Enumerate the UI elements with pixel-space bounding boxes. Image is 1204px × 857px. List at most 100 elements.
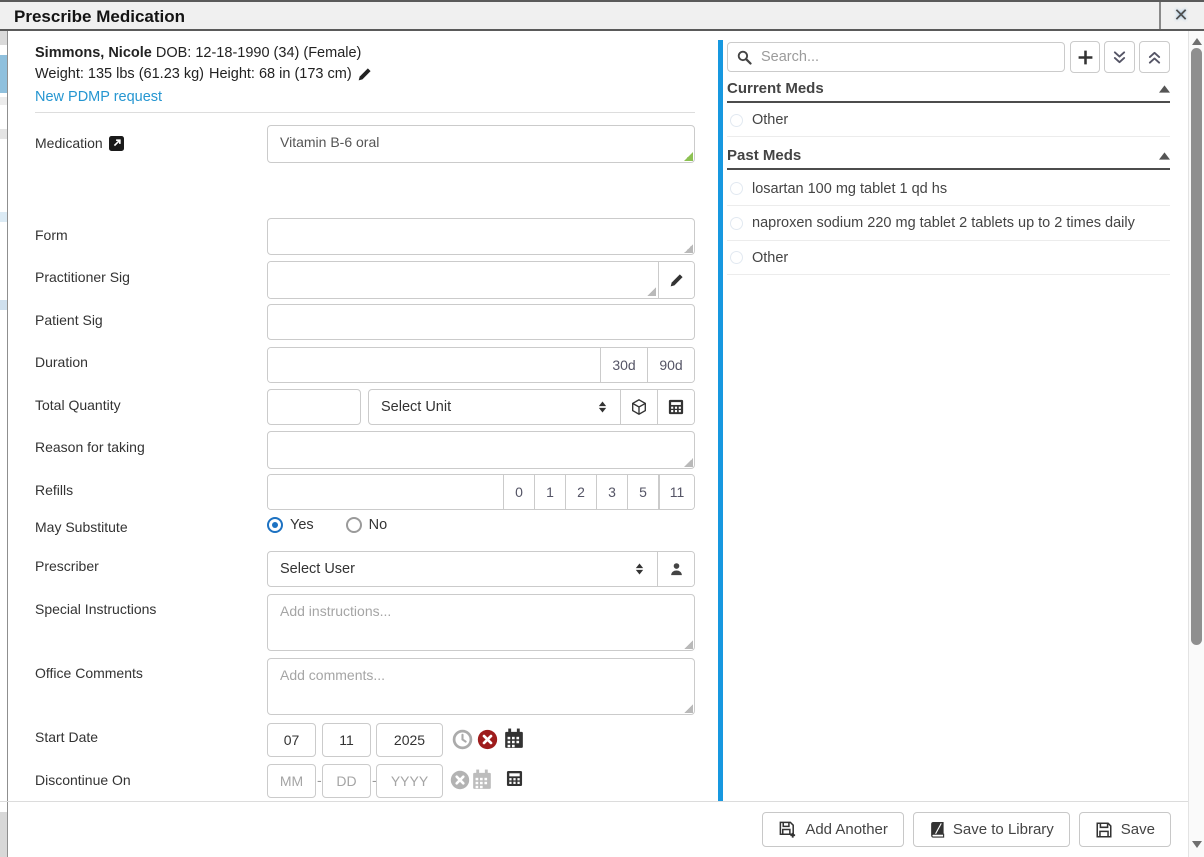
refills-1-button[interactable]: 1 [534, 475, 565, 509]
past-meds-section-header[interactable]: Past Meds [727, 147, 1170, 170]
close-icon: ✕ [1173, 5, 1188, 26]
resize-handle[interactable] [684, 152, 693, 161]
duration-input[interactable] [268, 348, 600, 382]
background-page-fragment [0, 212, 7, 222]
scrollbar-up-arrow[interactable] [1192, 38, 1202, 45]
patient-measurements-line: Weight: 135 lbs (61.23 kg) Height: 68 in… [35, 66, 372, 82]
form-label: Form [35, 227, 68, 243]
discontinue-day-input[interactable] [322, 764, 371, 798]
start-date-label: Start Date [35, 729, 98, 745]
resize-handle[interactable] [684, 458, 693, 467]
user-icon [669, 562, 684, 577]
total-quantity-label: Total Quantity [35, 397, 121, 413]
double-chevron-down-icon [1112, 50, 1127, 65]
patient-divider [35, 112, 695, 113]
pdmp-request-link[interactable]: New PDMP request [35, 88, 162, 106]
med-radio[interactable] [730, 114, 743, 127]
discontinue-month-input[interactable] [267, 764, 316, 798]
start-date-year-input[interactable] [376, 723, 443, 757]
cube-icon [630, 398, 648, 416]
duration-90d-button[interactable]: 90d [647, 348, 694, 382]
discontinue-calendar-icon[interactable] [472, 769, 492, 790]
refills-0-button[interactable]: 0 [503, 475, 534, 509]
prescribe-medication-dialog: Prescribe Medication ✕ Simmons, Nicole D… [0, 0, 1204, 857]
substitute-yes-radio[interactable] [267, 517, 283, 533]
practitioner-sig-label: Practitioner Sig [35, 269, 130, 285]
reason-input[interactable] [267, 431, 695, 469]
select-self-user-button[interactable] [657, 552, 694, 586]
special-instructions-label: Special Instructions [35, 601, 156, 617]
refills-2-button[interactable]: 2 [565, 475, 596, 509]
refills-3-button[interactable]: 3 [596, 475, 627, 509]
start-date-calendar-icon[interactable] [504, 728, 524, 749]
edit-measurements-pencil-icon[interactable] [357, 67, 372, 82]
substitute-no-radio[interactable] [346, 517, 362, 533]
date-dash: - [317, 772, 322, 788]
special-instructions-input[interactable] [267, 594, 695, 651]
refills-5-button[interactable]: 5 [627, 475, 658, 509]
prescriber-select[interactable]: Select User [268, 552, 657, 586]
medication-input[interactable]: Vitamin B-6 oral [267, 125, 695, 163]
duration-30d-button[interactable]: 30d [600, 348, 647, 382]
save-to-library-button[interactable]: Save to Library [913, 812, 1070, 847]
patient-height: Height: 68 in (173 cm) [209, 66, 352, 82]
total-quantity-input[interactable] [267, 389, 361, 425]
scrollbar-down-arrow[interactable] [1192, 841, 1202, 848]
refills-11-button[interactable]: 11 [658, 475, 694, 509]
prescriber-label: Prescriber [35, 558, 99, 574]
start-date-clear-icon[interactable] [477, 729, 498, 750]
scrollbar-thumb[interactable] [1191, 48, 1202, 645]
past-med-item-losartan[interactable]: losartan 100 mg tablet 1 qd hs [727, 172, 1170, 206]
med-radio[interactable] [730, 217, 743, 230]
duration-label: Duration [35, 354, 88, 370]
past-med-item-other[interactable]: Other [727, 241, 1170, 275]
discontinue-year-input[interactable] [376, 764, 443, 798]
patient-sig-input[interactable] [267, 304, 695, 340]
meds-search-input[interactable] [759, 48, 1055, 66]
pencil-icon [669, 273, 684, 288]
med-radio[interactable] [730, 182, 743, 195]
past-med-item-naproxen[interactable]: naproxen sodium 220 mg tablet 2 tablets … [727, 206, 1170, 241]
discontinue-on-label: Discontinue On [35, 772, 131, 788]
add-med-button[interactable] [1070, 41, 1100, 73]
collapse-all-button[interactable] [1139, 41, 1170, 73]
close-button[interactable]: ✕ [1160, 2, 1202, 29]
double-chevron-up-icon [1147, 50, 1162, 65]
resize-handle[interactable] [684, 244, 693, 253]
save-icon [1095, 821, 1113, 839]
resize-handle[interactable] [684, 640, 693, 649]
unit-select[interactable]: Select Unit [369, 390, 620, 424]
expand-all-button[interactable] [1104, 41, 1135, 73]
add-another-button[interactable]: Add Another [762, 812, 904, 847]
form-input[interactable] [267, 218, 695, 255]
current-med-item-other[interactable]: Other [727, 104, 1170, 137]
practitioner-sig-input[interactable] [268, 262, 658, 298]
past-meds-title: Past Meds [727, 147, 801, 164]
caret-up-icon [1159, 85, 1170, 93]
save-plus-icon [778, 820, 797, 839]
resize-handle[interactable] [684, 704, 693, 713]
package-lookup-button[interactable] [620, 390, 657, 424]
office-comments-input[interactable] [267, 658, 695, 715]
modal-left-border [7, 31, 8, 857]
duration-calculator-icon[interactable] [506, 770, 523, 787]
background-page-fragment [0, 300, 7, 310]
select-arrows-icon [597, 400, 608, 414]
external-link-square-icon[interactable] [109, 136, 124, 151]
start-date-month-input[interactable] [267, 723, 316, 757]
resize-handle[interactable] [647, 287, 656, 296]
refills-input[interactable] [268, 475, 503, 509]
start-date-day-input[interactable] [322, 723, 371, 757]
start-date-time-icon[interactable] [452, 729, 473, 750]
edit-sig-button[interactable] [658, 262, 694, 298]
quantity-calculator-button[interactable] [657, 390, 694, 424]
save-button[interactable]: Save [1079, 812, 1171, 847]
med-radio[interactable] [730, 251, 743, 264]
panel-divider [718, 40, 723, 801]
plus-icon [1077, 49, 1094, 66]
current-meds-section-header[interactable]: Current Meds [727, 80, 1170, 103]
footer-divider [0, 801, 1188, 802]
discontinue-clear-icon[interactable] [450, 770, 470, 790]
current-meds-title: Current Meds [727, 80, 824, 97]
medication-label: Medication [35, 135, 124, 151]
